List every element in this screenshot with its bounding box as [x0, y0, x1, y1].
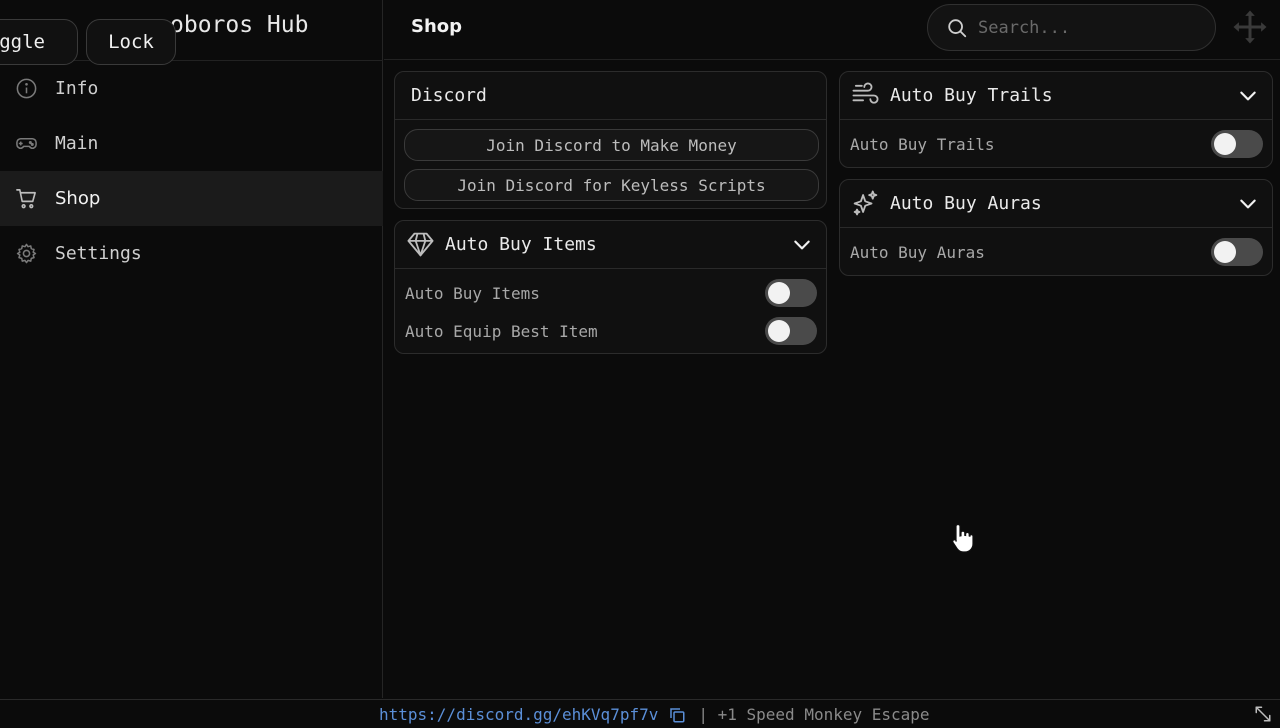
discord-link[interactable]: https://discord.gg/ehKVq7pf7v	[379, 705, 658, 724]
auto-buy-items-header[interactable]: Auto Buy Items	[395, 221, 826, 269]
search-icon	[948, 18, 967, 37]
toggle-label: Auto Buy Trails	[850, 134, 995, 154]
search-input[interactable]	[978, 17, 1198, 38]
auto-buy-trails-header[interactable]: Auto Buy Trails	[840, 72, 1272, 120]
hand-cursor-icon	[952, 523, 974, 553]
section-title: Auto Buy Auras	[890, 193, 1042, 214]
toggle-label: Auto Buy Items	[405, 283, 540, 303]
sidebar-item-label: Info	[55, 78, 99, 99]
move-icon[interactable]	[1232, 9, 1268, 45]
auto-buy-trails-section: Auto Buy Trails Auto Buy Trails	[839, 71, 1273, 168]
auto-buy-items-toggle[interactable]	[765, 279, 817, 307]
header: Shop	[384, 0, 1280, 60]
sidebar-item-info[interactable]: Info	[0, 61, 383, 116]
chevron-down-icon[interactable]	[792, 235, 812, 255]
sidebar-item-label: Main	[55, 133, 99, 154]
search-box[interactable]	[927, 4, 1216, 51]
resize-icon[interactable]	[1254, 705, 1272, 723]
discord-section: Discord Join Discord to Make Money Join …	[394, 71, 827, 209]
sidebar: oboros Hub Info Main Shop Settings	[0, 0, 383, 698]
section-title: Discord	[411, 85, 487, 106]
info-icon	[14, 77, 38, 101]
sidebar-item-settings[interactable]: Settings	[0, 226, 383, 281]
footer: https://discord.gg/ehKVq7pf7v | +1 Speed…	[0, 699, 1280, 728]
join-discord-keyless-button[interactable]: Join Discord for Keyless Scripts	[404, 169, 819, 201]
toggle-row: Auto Buy Auras	[850, 237, 1263, 267]
diamond-icon	[405, 230, 435, 260]
sidebar-item-label: Settings	[55, 243, 142, 264]
toggle-knob	[1214, 133, 1236, 155]
page-title: Shop	[411, 16, 463, 37]
sparkles-icon	[850, 189, 880, 219]
gamepad-icon	[14, 132, 38, 156]
sidebar-item-label: Shop	[55, 188, 101, 209]
join-discord-money-button[interactable]: Join Discord to Make Money	[404, 129, 819, 161]
auto-buy-auras-toggle[interactable]	[1211, 238, 1263, 266]
gear-icon	[14, 242, 38, 266]
toggle-knob	[768, 282, 790, 304]
toggle-button[interactable]: ggle	[0, 19, 78, 65]
sidebar-nav: Info Main Shop Settings	[0, 61, 383, 281]
chevron-down-icon[interactable]	[1238, 86, 1258, 106]
hub-title: oboros Hub	[170, 12, 309, 38]
footer-info: | +1 Speed Monkey Escape	[698, 705, 930, 724]
discord-header: Discord	[395, 72, 826, 120]
toggle-knob	[768, 320, 790, 342]
sidebar-item-main[interactable]: Main	[0, 116, 383, 171]
copy-icon[interactable]	[668, 706, 686, 724]
toggle-knob	[1214, 241, 1236, 263]
chevron-down-icon[interactable]	[1238, 194, 1258, 214]
lock-button[interactable]: Lock	[86, 19, 176, 65]
toggle-label: Auto Equip Best Item	[405, 321, 598, 341]
wind-icon	[850, 81, 880, 111]
auto-buy-auras-header[interactable]: Auto Buy Auras	[840, 180, 1272, 228]
cart-icon	[14, 187, 38, 211]
sidebar-item-shop[interactable]: Shop	[0, 171, 383, 226]
toggle-row: Auto Buy Items	[405, 278, 817, 308]
auto-buy-trails-toggle[interactable]	[1211, 130, 1263, 158]
toggle-row: Auto Buy Trails	[850, 129, 1263, 159]
toggle-label: Auto Buy Auras	[850, 242, 985, 262]
section-title: Auto Buy Trails	[890, 85, 1053, 106]
section-title: Auto Buy Items	[445, 234, 597, 255]
auto-buy-items-section: Auto Buy Items Auto Buy Items Auto Equip…	[394, 220, 827, 354]
toggle-row: Auto Equip Best Item	[405, 316, 817, 346]
auto-equip-best-item-toggle[interactable]	[765, 317, 817, 345]
auto-buy-auras-section: Auto Buy Auras Auto Buy Auras	[839, 179, 1273, 276]
